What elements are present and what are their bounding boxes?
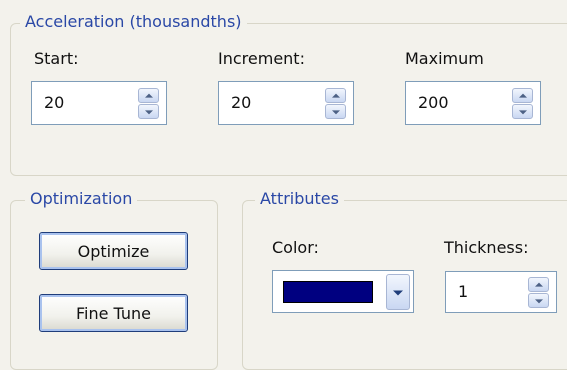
start-spinbox[interactable]: 20 [31, 81, 167, 125]
increment-spinbox[interactable]: 20 [218, 81, 354, 125]
thickness-label: Thickness: [444, 238, 529, 257]
maximum-value: 200 [418, 93, 449, 112]
color-dropdown[interactable] [272, 270, 414, 313]
optimize-button[interactable]: Optimize [39, 232, 188, 270]
start-label: Start: [34, 49, 79, 68]
optimization-group-title: Optimization [25, 189, 138, 209]
chevron-down-icon[interactable] [386, 274, 410, 310]
color-swatch [283, 281, 373, 303]
acceleration-group-title: Acceleration (thousandths) [20, 12, 247, 32]
thickness-up-arrow-icon[interactable] [528, 277, 549, 292]
thickness-down-arrow-icon[interactable] [528, 293, 549, 308]
maximum-down-arrow-icon[interactable] [512, 104, 533, 119]
maximum-up-arrow-icon[interactable] [512, 88, 533, 103]
start-down-arrow-icon[interactable] [138, 104, 159, 119]
color-label: Color: [272, 238, 319, 257]
maximum-label: Maximum [405, 49, 484, 68]
fine-tune-button[interactable]: Fine Tune [39, 294, 188, 332]
start-up-arrow-icon[interactable] [138, 88, 159, 103]
increment-label: Increment: [218, 49, 305, 68]
thickness-value: 1 [458, 282, 469, 301]
increment-down-arrow-icon[interactable] [325, 104, 346, 119]
maximum-spinbox[interactable]: 200 [405, 81, 541, 125]
thickness-spinbox[interactable]: 1 [445, 271, 557, 313]
optimization-group [10, 200, 218, 370]
start-value: 20 [44, 93, 65, 112]
attributes-group-title: Attributes [255, 189, 344, 209]
increment-value: 20 [231, 93, 252, 112]
increment-up-arrow-icon[interactable] [325, 88, 346, 103]
